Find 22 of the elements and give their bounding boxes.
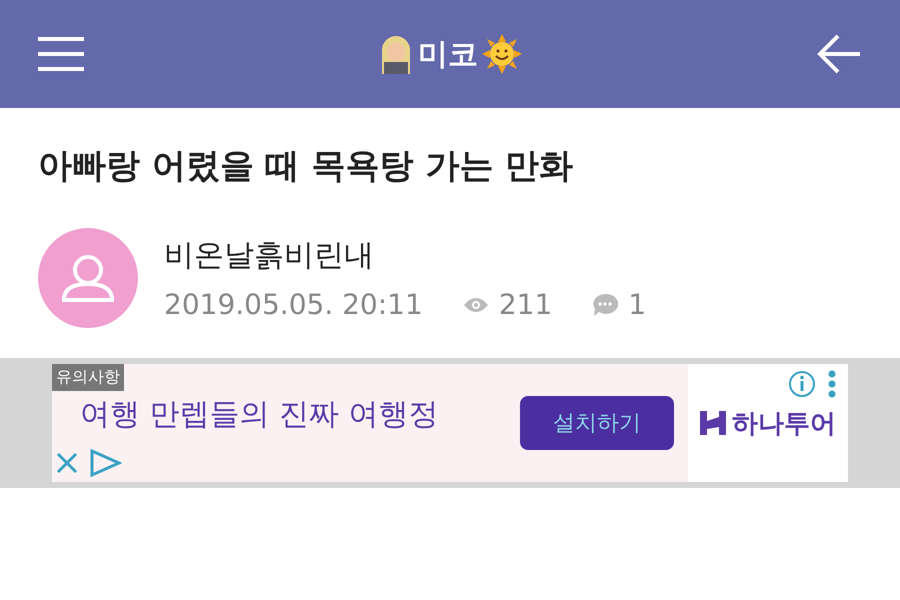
eye-icon: [462, 296, 489, 313]
back-arrow-icon[interactable]: [816, 34, 862, 74]
author-name[interactable]: 비온날흙비린내: [164, 235, 646, 276]
comment-count: 1: [628, 288, 646, 322]
comment-icon: [592, 292, 618, 317]
post-date: 2019.05.05. 20:11: [164, 288, 423, 322]
post-title: 아빠랑 어렸을 때 목욕탕 가는 만화: [38, 145, 574, 188]
install-button[interactable]: 설치하기: [520, 396, 674, 450]
brand-name: 하나투어: [732, 408, 836, 441]
ad-notice-label[interactable]: 유의사항: [52, 364, 124, 392]
menu-icon[interactable]: [38, 36, 84, 72]
view-count: 211: [498, 288, 552, 322]
logo-icon: [700, 409, 726, 438]
more-icon[interactable]: [828, 370, 836, 398]
ad-headline: 여행 만렙들의 진짜 여행정: [80, 397, 439, 432]
app-title: 미코: [418, 36, 478, 74]
play-triangle-icon[interactable]: [88, 448, 122, 478]
sun-icon: [482, 34, 522, 74]
ad-banner[interactable]: 유의사항 여행 만렙들의 진짜 여행정 설치하기 하나투어: [52, 364, 848, 482]
info-icon[interactable]: [788, 370, 816, 398]
avatar-icon[interactable]: [38, 228, 138, 328]
close-icon[interactable]: [56, 452, 78, 474]
